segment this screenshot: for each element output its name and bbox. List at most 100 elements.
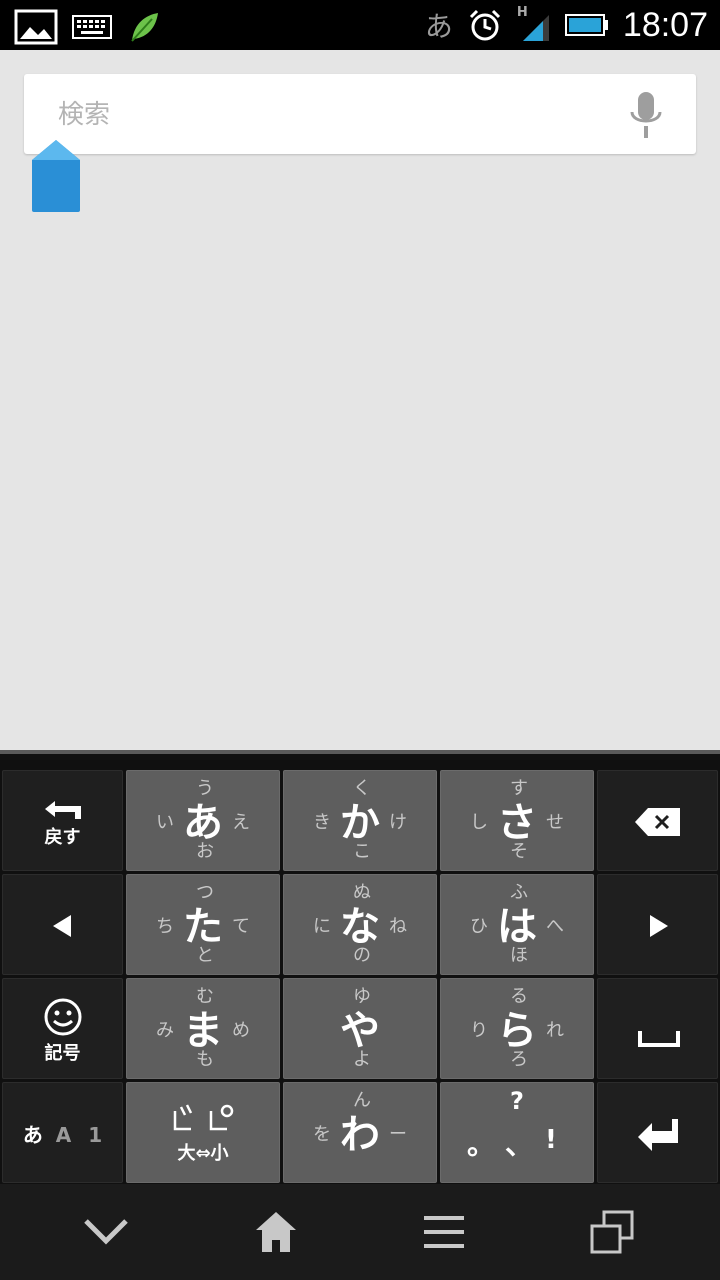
- kana-flick-up: つ: [196, 882, 214, 903]
- kana-key-wa[interactable]: ん を わ ー: [283, 1082, 437, 1183]
- dakuten-label: 大⇔小: [177, 1143, 229, 1164]
- dakuten-handakuten-icon: [173, 1104, 234, 1131]
- mode-num-label: 1: [88, 1123, 103, 1147]
- triangle-right-icon: [650, 915, 668, 937]
- space-icon: [638, 1031, 680, 1047]
- mode-kana-label: あ: [22, 1123, 43, 1147]
- punct-flick-left: 。: [467, 1128, 496, 1161]
- kana-flick-down: ろ: [510, 1049, 528, 1070]
- leaf-icon: [131, 13, 158, 42]
- smiley-icon: [44, 998, 82, 1036]
- backspace-key[interactable]: [597, 770, 718, 871]
- recent-apps-icon: [590, 1210, 634, 1254]
- kana-flick-down: の: [353, 945, 371, 966]
- kana-flick-down: お: [196, 841, 214, 862]
- cursor-left-key[interactable]: [2, 874, 123, 975]
- notification-icons: [14, 9, 162, 45]
- kana-flick-up: ぬ: [353, 882, 371, 903]
- status-bar: あ H 18:07: [0, 0, 720, 50]
- input-mode-key[interactable]: あ A 1: [2, 1082, 123, 1183]
- menu-button[interactable]: [414, 1204, 474, 1260]
- kana-flick-up: ふ: [510, 882, 528, 903]
- hide-keyboard-button[interactable]: [76, 1204, 136, 1260]
- menu-icon: [424, 1216, 464, 1248]
- dakuten-key[interactable]: 大⇔小: [126, 1082, 280, 1183]
- kana-main: わ: [340, 1112, 380, 1158]
- kana-main: や: [340, 1008, 380, 1054]
- backspace-icon: [635, 808, 680, 836]
- punctuation-key[interactable]: ? 。 、 !: [440, 1082, 594, 1183]
- undo-arrow-icon: [45, 801, 81, 819]
- punct-flick-up: ?: [510, 1087, 524, 1115]
- kana-flick-right: れ: [546, 1020, 564, 1041]
- undo-key[interactable]: 戻す: [2, 770, 123, 871]
- kana-flick-right: て: [232, 916, 250, 937]
- symbols-key-label: 記号: [44, 1043, 81, 1064]
- kana-flick-up: く: [353, 778, 371, 799]
- space-key[interactable]: [597, 978, 718, 1079]
- text-cursor-handle[interactable]: [30, 138, 82, 214]
- punct-middle: 、: [505, 1128, 534, 1161]
- kana-flick-down: ほ: [510, 945, 528, 966]
- undo-key-label: 戻す: [44, 827, 81, 848]
- kana-main: さ: [497, 800, 537, 846]
- recent-apps-button[interactable]: [582, 1204, 642, 1260]
- punct-flick-right: !: [545, 1125, 557, 1155]
- kana-flick-up: う: [196, 778, 214, 799]
- kana-key-ka[interactable]: く き か け こ: [283, 770, 437, 871]
- kana-key-na[interactable]: ぬ に な ね の: [283, 874, 437, 975]
- microphone-icon[interactable]: [626, 90, 666, 142]
- enter-key[interactable]: [597, 1082, 718, 1183]
- kana-main: は: [497, 904, 537, 950]
- enter-icon: [638, 1119, 678, 1151]
- cursor-right-key[interactable]: [597, 874, 718, 975]
- kana-flick-down: そ: [510, 841, 528, 862]
- kana-flick-right: せ: [546, 812, 564, 833]
- kana-main: な: [340, 904, 380, 950]
- battery-icon: [564, 14, 608, 36]
- home-icon: [256, 1212, 296, 1252]
- search-bar: [24, 74, 696, 156]
- kana-flick-up: ゆ: [353, 986, 371, 1007]
- kana-flick-right: え: [232, 812, 250, 833]
- kana-key-ta[interactable]: つ ち た て と: [126, 874, 280, 975]
- image-icon: [14, 9, 58, 45]
- chevron-down-icon: [84, 1219, 128, 1245]
- kana-main: ま: [183, 1008, 223, 1054]
- kana-flick-down: も: [196, 1049, 214, 1070]
- kana-flick-right: へ: [546, 916, 564, 937]
- search-input[interactable]: [56, 74, 620, 156]
- kana-key-ra[interactable]: る り ら れ ろ: [440, 978, 594, 1079]
- kana-key-ha[interactable]: ふ ひ は へ ほ: [440, 874, 594, 975]
- signal-indicator: H: [517, 5, 551, 43]
- kana-key-ya[interactable]: ゆ や よ: [283, 978, 437, 1079]
- kana-key-a[interactable]: う い あ え お: [126, 770, 280, 871]
- keyboard-icon: [72, 15, 112, 39]
- kana-main: ら: [497, 1008, 537, 1054]
- kana-flick-down: よ: [353, 1049, 371, 1070]
- home-button[interactable]: [246, 1204, 306, 1260]
- kana-main: か: [340, 800, 380, 846]
- mode-alpha-label: A: [55, 1123, 72, 1147]
- kana-flick-down: こ: [353, 841, 371, 862]
- kana-flick-right: け: [389, 812, 407, 833]
- alarm-icon: [469, 9, 500, 41]
- kana-flick-up: む: [196, 986, 214, 1007]
- kana-flick-down: と: [196, 945, 214, 966]
- japanese-keyboard: 戻す 記号 あ A 1 う い あ え お く き か け こ す し さ せ …: [0, 750, 720, 1184]
- kana-flick-right: ー: [389, 1124, 407, 1145]
- kana-flick-right: ね: [389, 916, 407, 937]
- signal-icon: [522, 15, 549, 41]
- symbols-key[interactable]: 記号: [2, 978, 123, 1079]
- kana-key-sa[interactable]: す し さ せ そ: [440, 770, 594, 871]
- kana-flick-up: ん: [353, 1090, 371, 1111]
- kana-main: た: [183, 904, 223, 950]
- kana-flick-right: め: [232, 1020, 250, 1041]
- kana-flick-up: る: [510, 986, 528, 1007]
- triangle-left-icon: [53, 915, 71, 937]
- navigation-bar: [0, 1184, 720, 1280]
- kana-flick-up: す: [510, 778, 528, 799]
- kana-key-ma[interactable]: む み ま め も: [126, 978, 280, 1079]
- ime-indicator: あ: [424, 10, 453, 43]
- clock: 18:07: [622, 5, 708, 44]
